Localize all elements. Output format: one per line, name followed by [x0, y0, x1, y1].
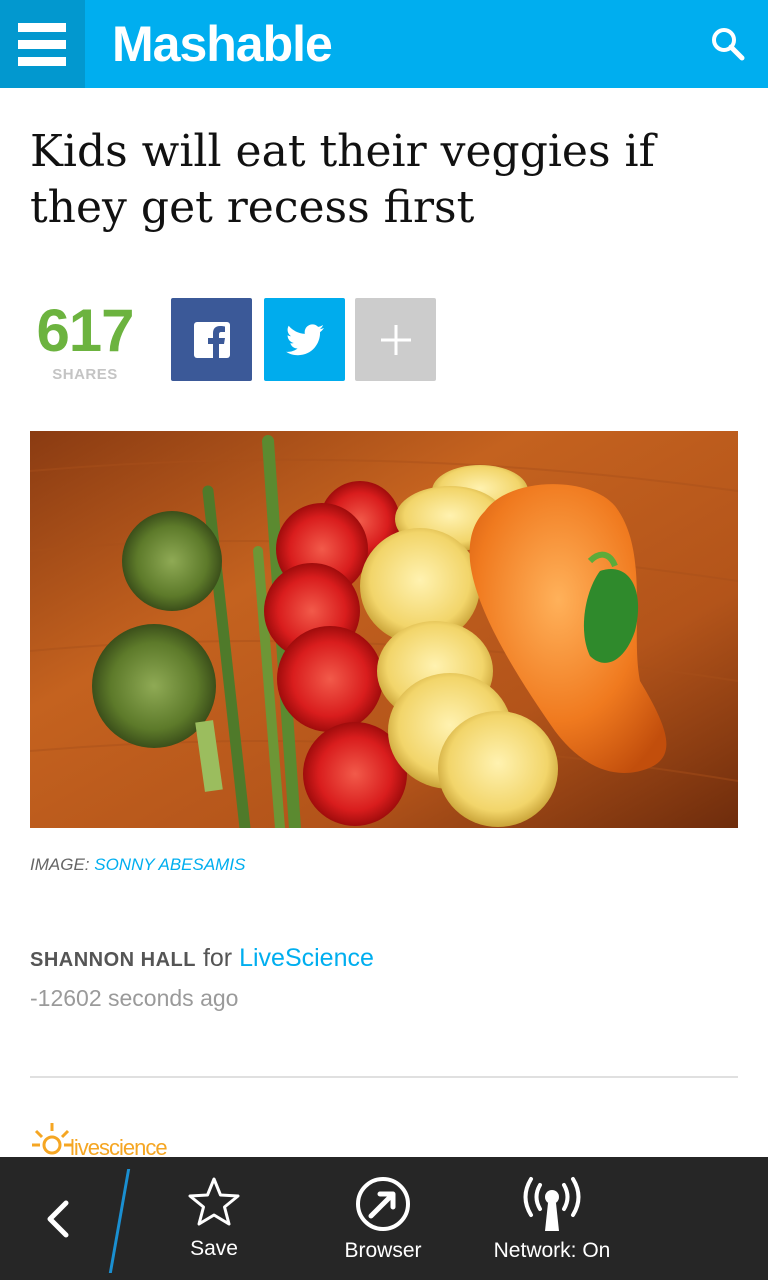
- image-credit-prefix: IMAGE:: [30, 855, 90, 874]
- share-count: 617 SHARES: [30, 297, 140, 384]
- menu-button[interactable]: [0, 0, 85, 88]
- facebook-share-button[interactable]: [171, 298, 252, 381]
- search-button[interactable]: [710, 26, 746, 62]
- share-count-label: SHARES: [52, 366, 118, 383]
- image-credit: IMAGE: SONNY ABESAMIS: [30, 855, 245, 875]
- save-label: Save: [190, 1237, 238, 1260]
- source-link[interactable]: LiveScience: [239, 944, 374, 972]
- app-header: Mashable: [0, 0, 768, 88]
- star-icon: [188, 1177, 240, 1226]
- network-label: Network: On: [493, 1239, 611, 1262]
- facebook-icon: [193, 321, 230, 358]
- search-icon: [712, 28, 745, 61]
- livescience-logo: livescience: [30, 1115, 170, 1157]
- twitter-share-button[interactable]: [264, 298, 345, 381]
- sun-icon: [32, 1123, 72, 1155]
- action-bar-divider: [108, 1169, 131, 1273]
- hero-image[interactable]: [30, 431, 738, 828]
- antenna-icon: [523, 1177, 581, 1231]
- article-headline: Kids will eat their veggies if they get …: [30, 126, 655, 233]
- byline-connector: for: [202, 944, 233, 972]
- image-credit-link[interactable]: SONNY ABESAMIS: [94, 855, 245, 874]
- byline: SHANNON HALL for LiveScience: [30, 944, 374, 973]
- vegetables-photo: [30, 431, 738, 828]
- twitter-icon: [285, 323, 324, 355]
- share-count-number: 617: [36, 297, 134, 364]
- back-button[interactable]: [38, 1197, 82, 1241]
- more-share-button[interactable]: [355, 298, 436, 381]
- browser-compass-icon: [356, 1177, 410, 1231]
- plus-icon: [380, 324, 411, 355]
- partner-logo-text: livescience: [70, 1135, 168, 1157]
- network-action[interactable]: Network: On: [482, 1175, 622, 1263]
- brand-logo[interactable]: Mashable: [112, 12, 333, 76]
- author-name[interactable]: SHANNON HALL: [30, 949, 196, 971]
- bottom-action-bar: Save Browser Network: On: [0, 1157, 768, 1280]
- save-action[interactable]: Save: [172, 1175, 256, 1261]
- divider: [30, 1076, 738, 1078]
- browser-label: Browser: [344, 1239, 422, 1262]
- browser-action[interactable]: Browser: [327, 1175, 439, 1263]
- timestamp: -12602 seconds ago: [30, 985, 239, 1011]
- back-chevron-icon: [47, 1200, 69, 1238]
